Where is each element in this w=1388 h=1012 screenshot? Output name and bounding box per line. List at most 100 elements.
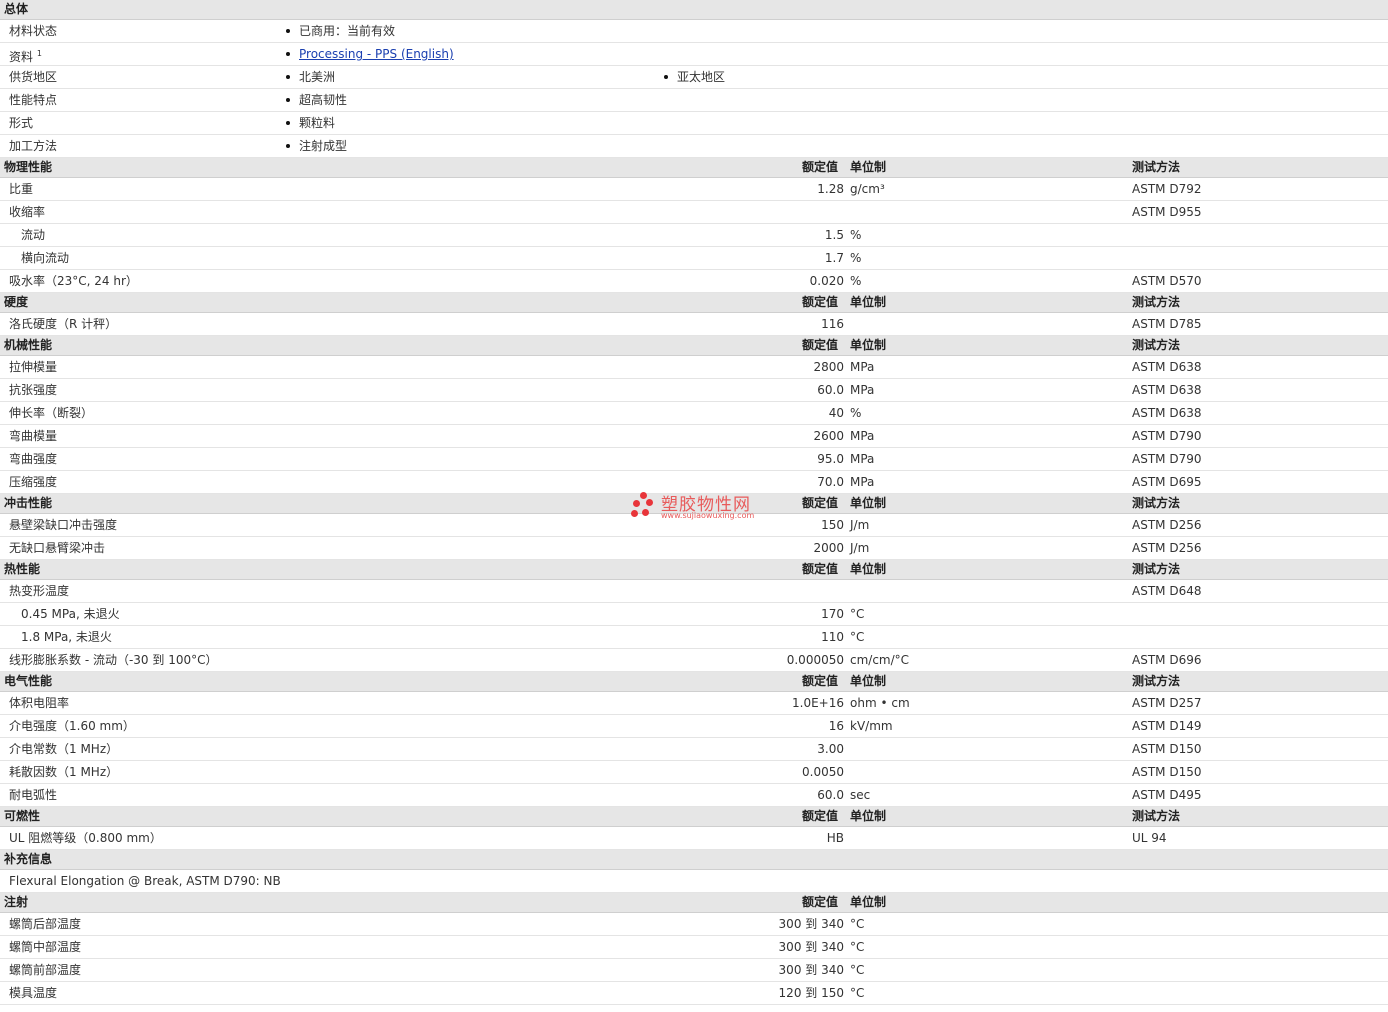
property-row: 抗张强度 60.0 MPa ASTM D638 xyxy=(0,379,1388,402)
general-item: 已商用：当前有效 xyxy=(286,24,395,38)
property-row: 线形膨胀系数 - 流动（-30 到 100°C） 0.000050 cm/cm/°C… xyxy=(0,649,1388,672)
general-row: 资料 1 Processing - PPS (English) xyxy=(0,43,1388,66)
section-title: 硬度 xyxy=(4,295,29,309)
column-header-method: 测试方法 xyxy=(1132,496,1181,510)
column-header-unit: 单位制 xyxy=(850,809,887,823)
property-value: 60.0 xyxy=(817,788,844,802)
section-title: 补充信息 xyxy=(4,852,53,866)
property-unit: % xyxy=(850,406,862,420)
property-label: 模具温度 xyxy=(9,986,58,1000)
test-method: ASTM D648 xyxy=(1132,584,1202,598)
property-label: 弯曲模量 xyxy=(9,429,58,443)
test-method: ASTM D638 xyxy=(1132,360,1202,374)
property-label: 介电强度（1.60 mm） xyxy=(9,719,135,733)
property-value: 1.5 xyxy=(824,228,844,242)
property-label: 收缩率 xyxy=(9,205,46,219)
processing-document-link[interactable]: Processing - PPS (English) xyxy=(299,47,454,61)
column-header-unit: 单位制 xyxy=(850,160,887,174)
property-value: 1.28 xyxy=(817,182,844,196)
column-header-unit: 单位制 xyxy=(850,895,887,909)
section-title: 总体 xyxy=(4,2,29,16)
property-row: UL 阻燃等级（0.800 mm） HB UL 94 xyxy=(0,827,1388,850)
general-item-text: 亚太地区 xyxy=(677,70,726,84)
test-method: ASTM D696 xyxy=(1132,653,1202,667)
property-row: 0.45 MPa, 未退火 170 °C xyxy=(0,603,1388,626)
test-method: ASTM D638 xyxy=(1132,383,1202,397)
column-header-method: 测试方法 xyxy=(1132,674,1181,688)
section-header-hardness: 硬度 额定值 单位制 测试方法 xyxy=(0,293,1388,313)
section-title: 注射 xyxy=(4,895,29,909)
property-label: UL 阻燃等级（0.800 mm） xyxy=(9,831,162,845)
test-method: ASTM D792 xyxy=(1132,182,1202,196)
property-label: 洛氏硬度（R 计秤） xyxy=(9,317,118,331)
bullet-icon xyxy=(286,51,290,56)
property-unit: MPa xyxy=(850,429,875,443)
property-label: 横向流动 xyxy=(21,251,70,265)
section-header-general: 总体 xyxy=(0,0,1388,20)
supplemental-row: Flexural Elongation @ Break, ASTM D790: … xyxy=(0,870,1388,893)
column-header-value: 额定值 xyxy=(802,562,839,576)
test-method: UL 94 xyxy=(1132,831,1167,845)
property-value: 16 xyxy=(828,719,844,733)
section-title: 机械性能 xyxy=(4,338,53,352)
section-title: 物理性能 xyxy=(4,160,53,174)
column-header-method: 测试方法 xyxy=(1132,562,1181,576)
general-item-text: 北美洲 xyxy=(299,70,336,84)
property-row: 洛氏硬度（R 计秤） 116 ASTM D785 xyxy=(0,313,1388,336)
property-row: 介电强度（1.60 mm） 16 kV/mm ASTM D149 xyxy=(0,715,1388,738)
test-method: ASTM D495 xyxy=(1132,788,1202,802)
footnote-marker: 1 xyxy=(36,49,42,58)
column-header-value: 额定值 xyxy=(802,295,839,309)
property-label: 压缩强度 xyxy=(9,475,58,489)
logo-dots-icon xyxy=(631,492,657,520)
property-value: 300 到 340 xyxy=(778,917,844,931)
property-row: 收缩率 ASTM D955 xyxy=(0,201,1388,224)
property-row: 热变形温度 ASTM D648 xyxy=(0,580,1388,603)
property-row: 拉伸模量 2800 MPa ASTM D638 xyxy=(0,356,1388,379)
test-method: ASTM D790 xyxy=(1132,452,1202,466)
property-row: 伸长率（断裂） 40% ASTM D638 xyxy=(0,402,1388,425)
property-row: 横向流动 1.7% xyxy=(0,247,1388,270)
property-unit: MPa xyxy=(850,452,875,466)
test-method: ASTM D785 xyxy=(1132,317,1202,331)
property-row: 螺筒前部温度 300 到 340 °C xyxy=(0,959,1388,982)
general-item-text: 颗粒料 xyxy=(299,116,336,130)
test-method: ASTM D256 xyxy=(1132,518,1202,532)
section-title: 热性能 xyxy=(4,562,41,576)
property-value: 3.00 xyxy=(817,742,844,756)
property-label: 抗张强度 xyxy=(9,383,58,397)
general-label-text: 供货地区 xyxy=(9,70,58,84)
property-row: 比重 1.28 g/cm³ ASTM D792 xyxy=(0,178,1388,201)
property-label: 比重 xyxy=(9,182,34,196)
property-row: 耗散因数（1 MHz） 0.0050 ASTM D150 xyxy=(0,761,1388,784)
test-method: ASTM D570 xyxy=(1132,274,1202,288)
property-label: 耗散因数（1 MHz） xyxy=(9,765,119,779)
property-label: 线形膨胀系数 - 流动（-30 到 100°C） xyxy=(9,653,218,667)
general-label: 形式 xyxy=(9,116,33,130)
general-row: 形式 颗粒料 xyxy=(0,112,1388,135)
property-unit: g/cm³ xyxy=(850,182,885,196)
property-row: 介电常数（1 MHz） 3.00 ASTM D150 xyxy=(0,738,1388,761)
property-row: 模具温度 120 到 150 °C xyxy=(0,982,1388,1005)
watermark-url: www.sujiaowuxing.com xyxy=(661,511,755,520)
property-label: 吸水率（23°C, 24 hr） xyxy=(9,274,138,288)
property-value: 0.000050 xyxy=(786,653,844,667)
property-value: HB xyxy=(826,831,844,845)
property-row: 螺筒中部温度 300 到 340 °C xyxy=(0,936,1388,959)
property-row: 体积电阻率 1.0E+16 ohm • cm ASTM D257 xyxy=(0,692,1388,715)
test-method: ASTM D150 xyxy=(1132,765,1202,779)
column-header-value: 额定值 xyxy=(802,496,839,510)
section-header-mechanical: 机械性能 额定值 单位制 测试方法 xyxy=(0,336,1388,356)
column-header-method: 测试方法 xyxy=(1132,160,1181,174)
property-value: 120 到 150 xyxy=(778,986,844,1000)
property-row: 1.8 MPa, 未退火 110 °C xyxy=(0,626,1388,649)
property-value: 95.0 xyxy=(817,452,844,466)
property-value: 40 xyxy=(828,406,844,420)
general-item: 注射成型 xyxy=(286,139,347,153)
test-method: ASTM D790 xyxy=(1132,429,1202,443)
property-row: 螺筒后部温度 300 到 340 °C xyxy=(0,913,1388,936)
property-row: 弯曲强度 95.0 MPa ASTM D790 xyxy=(0,448,1388,471)
bullet-icon xyxy=(286,28,290,33)
property-unit: °C xyxy=(850,607,865,621)
test-method: ASTM D256 xyxy=(1132,541,1202,555)
